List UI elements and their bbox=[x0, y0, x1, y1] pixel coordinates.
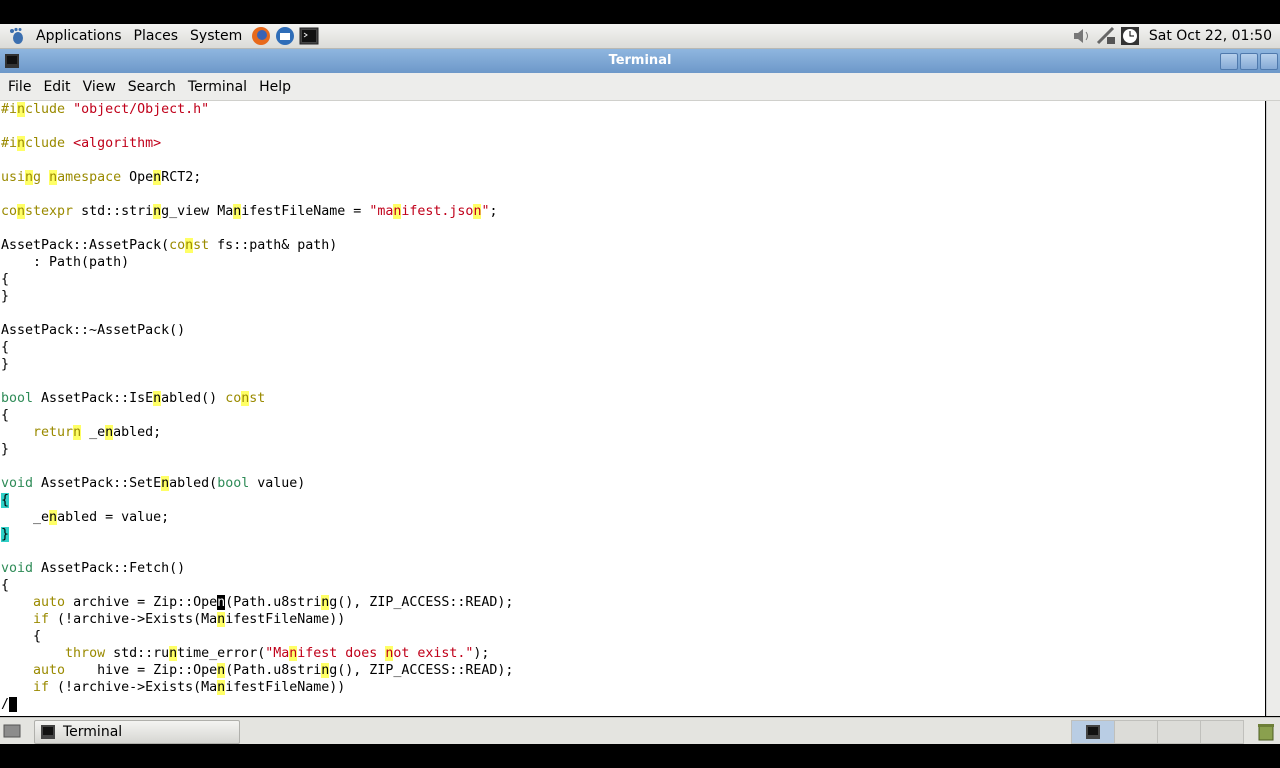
workspace-2[interactable] bbox=[1114, 720, 1158, 744]
terminal-task-icon bbox=[41, 725, 55, 739]
code-line: bool AssetPack::IsEnabled() const bbox=[1, 391, 266, 406]
clock[interactable]: Sat Oct 22, 01:50 bbox=[1143, 28, 1280, 44]
code-line: { bbox=[1, 493, 10, 508]
code-line: void AssetPack::SetEnabled(bool value) bbox=[1, 476, 306, 491]
command-text: / bbox=[1, 697, 10, 712]
window-titlebar[interactable]: Terminal bbox=[0, 49, 1280, 73]
terminal-menubar: File Edit View Search Terminal Help bbox=[0, 73, 1280, 101]
applications-menu[interactable]: Applications bbox=[30, 28, 128, 44]
code-line: } bbox=[1, 442, 10, 457]
terminal-content[interactable]: #include "object/Object.h" #include <algo… bbox=[0, 101, 1265, 716]
clock-icon bbox=[1120, 27, 1139, 45]
workspace-4[interactable] bbox=[1200, 720, 1244, 744]
code-line: { bbox=[1, 629, 42, 644]
code-line: { bbox=[1, 340, 10, 355]
close-button[interactable] bbox=[1260, 53, 1278, 70]
firefox-icon[interactable] bbox=[250, 25, 272, 47]
code-line: } bbox=[1, 289, 10, 304]
code-line: return _enabled; bbox=[33, 425, 162, 440]
code-line: constexpr std::string_view ManifestFileN… bbox=[1, 204, 498, 219]
code-line: throw std::runtime_error("Manifest does … bbox=[65, 646, 490, 661]
show-desktop-icon[interactable] bbox=[3, 722, 21, 740]
terminal-scrollbar[interactable] bbox=[1266, 101, 1280, 716]
menu-edit[interactable]: Edit bbox=[37, 79, 76, 95]
volume-icon[interactable] bbox=[1071, 25, 1093, 47]
network-icon[interactable] bbox=[1095, 25, 1117, 47]
places-menu[interactable]: Places bbox=[128, 28, 185, 44]
code-line: auto hive = Zip::Open(Path.u8string(), Z… bbox=[33, 663, 514, 678]
minimize-button[interactable] bbox=[1220, 53, 1238, 70]
taskbar-terminal-label: Terminal bbox=[63, 724, 123, 740]
code-line: using namespace OpenRCT2; bbox=[1, 170, 202, 185]
code-line: auto archive = Zip::Open(Path.u8string()… bbox=[33, 595, 514, 610]
menu-search[interactable]: Search bbox=[122, 79, 182, 95]
code-line: _enabled = value; bbox=[1, 510, 170, 525]
workspace-1[interactable] bbox=[1071, 720, 1115, 744]
code-line: void AssetPack::Fetch() bbox=[1, 561, 186, 576]
code-line: #include "object/Object.h" bbox=[1, 102, 210, 117]
gnome-foot-icon[interactable] bbox=[8, 27, 26, 45]
menu-file[interactable]: File bbox=[0, 79, 37, 95]
top-panel: Applications Places System Sat Oct 22, 0… bbox=[0, 24, 1280, 49]
maximize-button[interactable] bbox=[1240, 53, 1258, 70]
terminal-launcher-icon[interactable] bbox=[298, 25, 320, 47]
code-line: { bbox=[1, 408, 10, 423]
window-title: Terminal bbox=[608, 53, 672, 68]
code-line: AssetPack::~AssetPack() bbox=[1, 323, 186, 338]
code-line: AssetPack::AssetPack(const fs::path& pat… bbox=[1, 238, 338, 253]
code-line: : Path(path) bbox=[1, 255, 130, 270]
menu-view[interactable]: View bbox=[77, 79, 122, 95]
code-line: { bbox=[1, 578, 10, 593]
code-line: { bbox=[1, 272, 10, 287]
taskbar-terminal-button[interactable]: Terminal bbox=[34, 720, 240, 744]
code-line: } bbox=[1, 357, 10, 372]
text-cursor bbox=[9, 697, 18, 712]
command-line[interactable]: / bbox=[1, 696, 18, 713]
code-line: if (!archive->Exists(ManifestFileName)) bbox=[33, 680, 346, 695]
menu-terminal[interactable]: Terminal bbox=[182, 79, 253, 95]
workspace-window-icon bbox=[1086, 725, 1100, 739]
trash-icon[interactable] bbox=[1256, 721, 1276, 741]
bottom-panel: Terminal bbox=[0, 717, 1280, 744]
system-menu[interactable]: System bbox=[184, 28, 248, 44]
system-tray: Sat Oct 22, 01:50 bbox=[1071, 24, 1280, 48]
code-line: #include <algorithm> bbox=[1, 136, 162, 151]
menu-help[interactable]: Help bbox=[253, 79, 297, 95]
workspace-3[interactable] bbox=[1157, 720, 1201, 744]
code-line: if (!archive->Exists(ManifestFileName)) bbox=[33, 612, 346, 627]
thunderbird-icon[interactable] bbox=[274, 25, 296, 47]
code-line: } bbox=[1, 527, 10, 542]
